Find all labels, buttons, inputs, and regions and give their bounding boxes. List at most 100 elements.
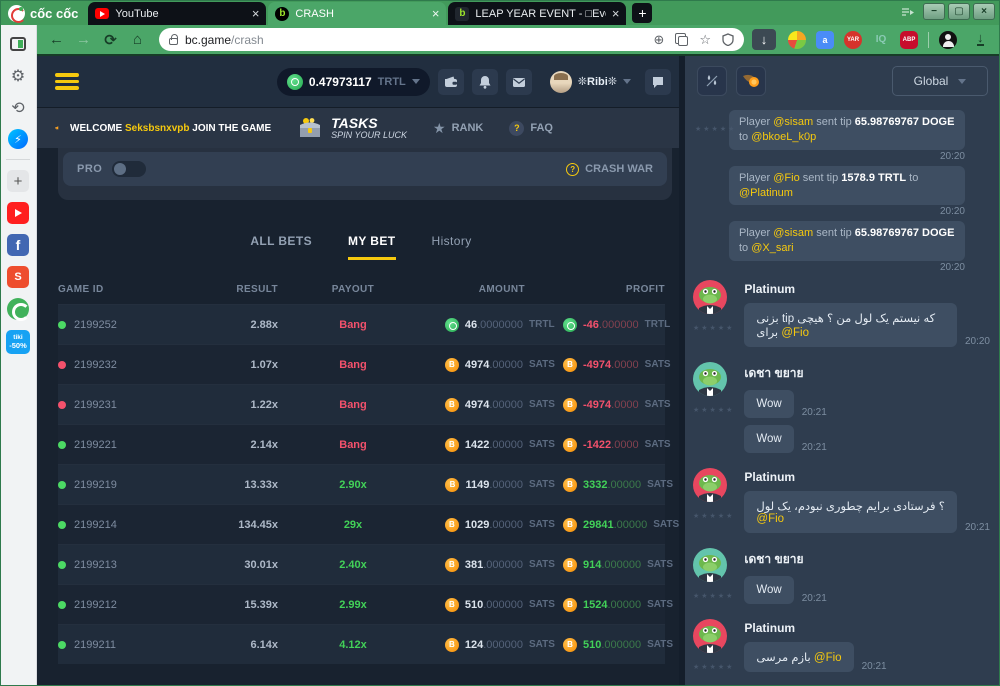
game-id-cell: 2199252 [58, 319, 168, 331]
wallet-button[interactable] [438, 69, 464, 95]
table-row[interactable]: 2199211 6.14x 4.12x 124.000000 SATS 510.… [58, 624, 665, 664]
trtl-coin-icon [287, 74, 303, 90]
add-shortcut-button[interactable]: + [7, 170, 29, 192]
mention[interactable]: @Fio [756, 513, 784, 525]
faq-link[interactable]: ? FAQ [509, 121, 553, 136]
tab-title: LEAP YEAR EVENT - □Event - [475, 8, 605, 20]
new-tab-button[interactable]: + [632, 3, 652, 23]
chat-toggle-button[interactable] [645, 69, 671, 95]
minimize-button[interactable]: − [923, 3, 945, 20]
adblock-shield-icon[interactable] [722, 33, 734, 46]
message-bubbles: مرسی بازم @Fio 20:21 [744, 642, 886, 672]
chat-avatar[interactable] [693, 619, 727, 653]
chat-avatar[interactable] [693, 548, 727, 582]
close-button[interactable]: × [973, 3, 995, 20]
amount-int: 1422 [465, 439, 489, 451]
extension-translate-icon[interactable]: a [816, 31, 834, 49]
bookmark-star-icon[interactable]: ☆ [699, 33, 711, 46]
url-text[interactable]: bc.game/crash [185, 33, 646, 47]
table-row[interactable]: 2199213 30.01x 2.40x 381.000000 SATS 914… [58, 544, 665, 584]
coccoc-shortcut-icon[interactable] [7, 298, 29, 320]
chat-channel-select[interactable]: Global [892, 66, 988, 96]
extension-abp-icon[interactable]: ABP [900, 31, 918, 49]
tab-history[interactable]: History [432, 234, 472, 260]
table-row[interactable]: 2199232 1.07x Bang 4974.00000 SATS -4974… [58, 344, 665, 384]
restore-button[interactable]: ▢ [948, 3, 970, 20]
faq-question-icon: ? [509, 121, 524, 136]
tiki-shortcut-icon[interactable]: tiki-50% [6, 330, 30, 354]
forward-button[interactable]: → [70, 31, 97, 48]
home-button[interactable]: ⌂ [124, 31, 151, 48]
messenger-icon[interactable]: ⚡ [8, 129, 28, 149]
browser-tab[interactable]: YouTube × [88, 2, 266, 25]
sidebar-pin-icon[interactable] [901, 7, 914, 17]
ssl-lock-icon[interactable] [169, 38, 178, 45]
tip-rain-button[interactable] [697, 66, 727, 96]
shopee-shortcut-icon[interactable]: S [7, 266, 29, 288]
game-id-cell: 2199212 [58, 599, 168, 611]
tab-close-icon[interactable]: × [432, 7, 440, 20]
tip-recipient[interactable]: @bkoeL_k0p [751, 131, 816, 143]
back-button[interactable]: ← [43, 31, 70, 48]
tab-close-icon[interactable]: × [612, 7, 620, 20]
tip-sender[interactable]: @Fio [773, 172, 799, 184]
bets-table: GAME ID RESULT PAYOUT AMOUNT PROFIT 2199… [58, 274, 665, 664]
extension-yar-icon[interactable]: YAR [844, 31, 862, 49]
chat-avatar[interactable] [693, 362, 727, 396]
amount-dec: .00000 [489, 399, 523, 411]
mention[interactable]: @Fio [781, 327, 809, 339]
chat-username[interactable]: เดชา ขยาย [744, 364, 826, 383]
browser-tab[interactable]: LEAP YEAR EVENT - □Event - × [448, 2, 626, 25]
pro-toggle[interactable] [112, 161, 146, 177]
tab-my-bet[interactable]: MY BET [348, 234, 396, 260]
downloads-tray-icon[interactable]: ↓ [977, 33, 984, 45]
profit-currency: TRTL [645, 319, 679, 330]
chat-avatar[interactable] [693, 468, 727, 502]
tip-amount: 65.98769767 DOGE [855, 227, 955, 239]
tip-recipient[interactable]: @Platinum [739, 187, 793, 199]
settings-gear-icon[interactable]: ⚙ [7, 65, 29, 87]
tip-sender[interactable]: @sisam [773, 116, 813, 128]
table-row[interactable]: 2199231 1.22x Bang 4974.00000 SATS -4974… [58, 384, 665, 424]
chat-username[interactable]: Platinum [744, 621, 886, 635]
table-row[interactable]: 2199214 134.45x 29x 1029.00000 SATS 2984… [58, 504, 665, 544]
translate-icon[interactable] [675, 33, 688, 46]
table-row[interactable]: 2199221 2.14x Bang 1422.00000 SATS -1422… [58, 424, 665, 464]
sidebar-toggle-icon[interactable] [7, 33, 29, 55]
chat-avatar[interactable] [693, 280, 727, 314]
history-icon[interactable]: ⟲ [7, 97, 29, 119]
profit-cell: -4974.0000 SATS [563, 358, 679, 372]
balance-selector[interactable]: 0.47973117 TRTL [277, 68, 430, 96]
extension-pie-icon[interactable] [788, 31, 806, 49]
extension-iq-icon[interactable]: IQ [872, 31, 890, 49]
table-row[interactable]: 2199219 13.33x 2.90x 1149.00000 SATS 333… [58, 464, 665, 504]
profile-avatar-icon[interactable] [939, 31, 957, 49]
crash-war-link[interactable]: ? CRASH WAR [566, 163, 653, 176]
tab-close-icon[interactable]: × [252, 7, 260, 20]
chat-username[interactable]: Platinum [744, 470, 990, 484]
chat-bubble-icon [651, 75, 665, 89]
zoom-add-icon[interactable]: ⊕ [653, 33, 664, 46]
table-row[interactable]: 2199212 15.39x 2.99x 510.000000 SATS 152… [58, 584, 665, 624]
chat-username[interactable]: เดชา ขยาย [744, 550, 826, 569]
notifications-button[interactable] [472, 69, 498, 95]
chat-username[interactable]: Platinum [744, 282, 990, 296]
menu-hamburger-icon[interactable] [55, 73, 79, 90]
inbox-button[interactable] [506, 69, 532, 95]
browser-tab[interactable]: CRASH × [268, 2, 446, 25]
download-manager-button[interactable]: ↓ [752, 29, 776, 50]
youtube-shortcut-icon[interactable] [7, 202, 29, 224]
address-bar[interactable]: bc.game/crash ⊕ ☆ [159, 28, 744, 51]
table-row[interactable]: 2199252 2.88x Bang 46.0000000 TRTL -46.0… [58, 304, 665, 344]
profit-dec: .0000 [611, 399, 639, 411]
reload-button[interactable]: ⟳ [97, 31, 124, 49]
facebook-shortcut-icon[interactable]: f [7, 234, 29, 256]
rank-link[interactable]: ★ RANK [433, 121, 483, 135]
tab-all-bets[interactable]: ALL BETS [250, 234, 312, 260]
tip-sender[interactable]: @sisam [773, 227, 813, 239]
tasks-widget[interactable]: TASKS SPIN YOUR LUCK [297, 116, 407, 140]
fireball-button[interactable] [736, 66, 766, 96]
mention[interactable]: @Fio [814, 652, 842, 664]
user-menu[interactable]: ❊Ribi❊ [550, 71, 631, 93]
tip-recipient[interactable]: @X_sari [751, 242, 793, 254]
